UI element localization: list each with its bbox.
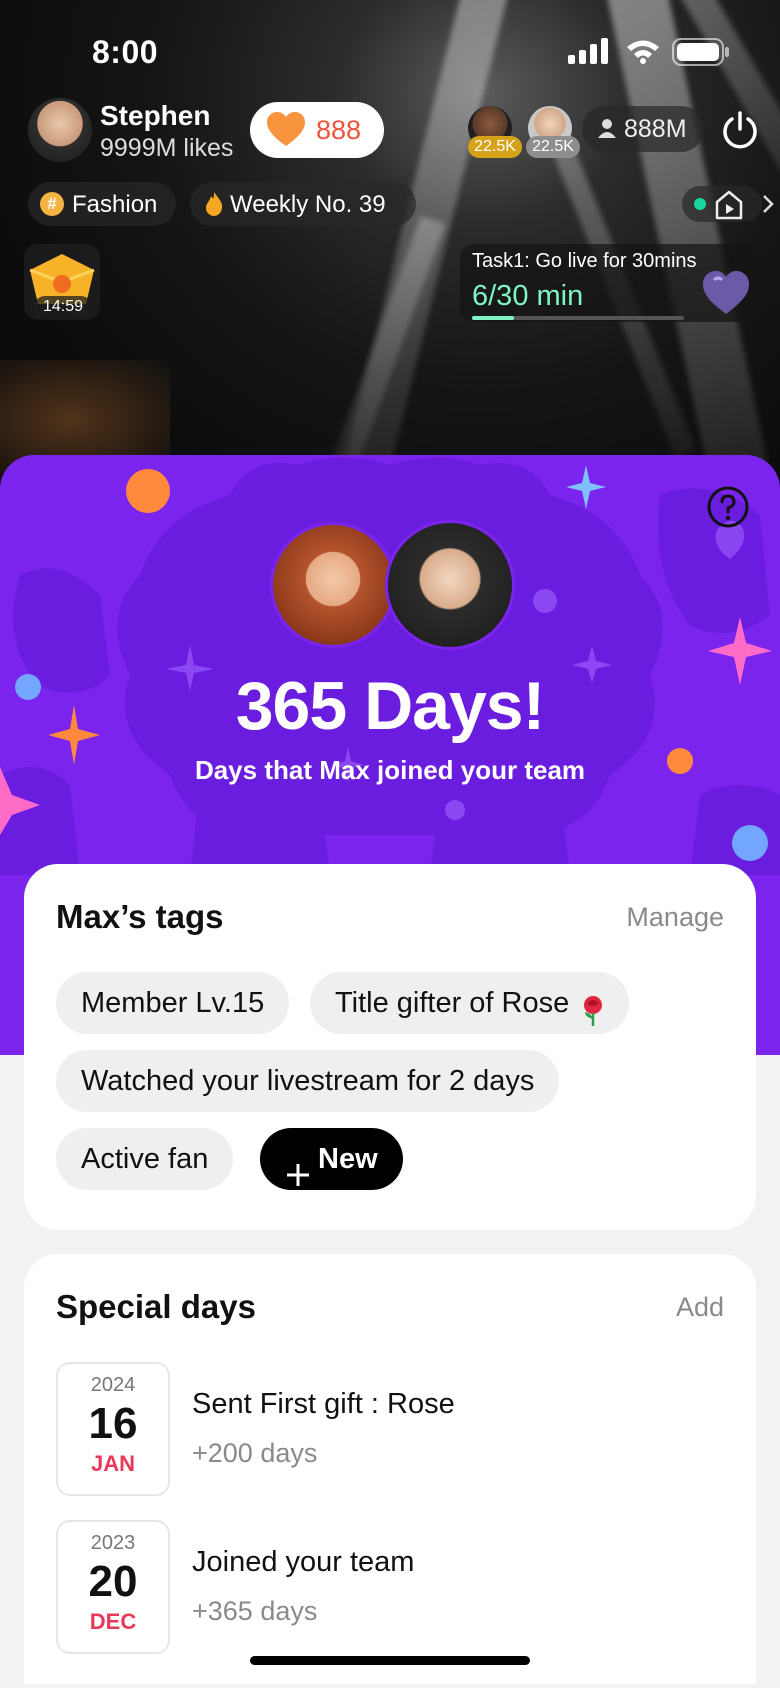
host-avatar[interactable] xyxy=(28,98,92,162)
date-year: 2024 xyxy=(90,1374,136,1396)
user-avatar-max xyxy=(270,522,396,648)
tags-card: Max’s tags Manage Member Lv.15 Title gif… xyxy=(24,864,756,1230)
category-label: Fashion xyxy=(72,191,158,218)
hashtag-icon: # xyxy=(40,192,64,216)
date-month: JAN xyxy=(90,1451,135,1476)
special-day-item[interactable]: 2023 20 DEC Joined your team +365 days xyxy=(56,1520,726,1654)
host-name: Stephen xyxy=(100,100,211,131)
viewer-badge-1: 22.5K xyxy=(468,136,522,158)
new-tag-label: New xyxy=(318,1143,378,1175)
status-time: 8:00 xyxy=(92,34,159,70)
date-box: 2024 16 JAN xyxy=(56,1362,170,1496)
viewer-count-button[interactable]: 888M xyxy=(582,106,704,152)
game-icon xyxy=(714,190,744,225)
add-special-day-button[interactable]: Add xyxy=(676,1292,724,1323)
heart-gem-icon xyxy=(700,268,752,323)
tag-label: Watched your livestream for 2 days xyxy=(81,1065,535,1097)
new-tag-button[interactable]: New xyxy=(260,1128,403,1190)
anniversary-subtitle: Days that Max joined your team xyxy=(194,755,586,785)
tag-member-level[interactable]: Member Lv.15 xyxy=(56,972,290,1034)
task-title: Task1: Go live for 30mins xyxy=(472,250,697,272)
tag-label: Member Lv.15 xyxy=(81,987,265,1019)
home-indicator[interactable] xyxy=(250,1656,530,1665)
tag-label: Active fan xyxy=(81,1143,209,1175)
special-day-subtitle: +365 days xyxy=(192,1596,318,1626)
host-avatar-large xyxy=(385,520,515,650)
task-progress-text: 6/30 min xyxy=(472,280,584,312)
battery-icon xyxy=(672,38,730,71)
task-progress-fill xyxy=(472,316,515,320)
special-day-title: Sent First gift : Rose xyxy=(192,1388,455,1420)
help-icon[interactable] xyxy=(706,485,750,534)
special-day-subtitle: +200 days xyxy=(192,1438,318,1468)
plus-icon xyxy=(286,1147,310,1209)
host-likes: 9999M likes xyxy=(100,134,234,162)
chevron-right-icon[interactable] xyxy=(762,194,774,219)
date-box: 2023 20 DEC xyxy=(56,1520,170,1654)
viewer-count: 888M xyxy=(624,115,687,143)
tag-label: Title gifter of Rose xyxy=(335,987,570,1019)
date-year: 2023 xyxy=(90,1532,136,1554)
viewer-badge-2: 22.5K xyxy=(526,136,580,158)
date-day: 16 xyxy=(88,1399,138,1448)
task-progress-track xyxy=(472,316,684,320)
hearts-count: 888 xyxy=(316,115,362,145)
anniversary-headline: 365 Days! xyxy=(235,668,546,744)
ranking-chip[interactable]: Weekly No. 39 xyxy=(190,182,416,226)
special-days-card: Special days Add 2024 16 JAN Sent First … xyxy=(24,1254,756,1684)
wifi-icon xyxy=(625,38,661,69)
special-day-item[interactable]: 2024 16 JAN Sent First gift : Rose +200 … xyxy=(56,1362,726,1496)
flame-icon xyxy=(204,191,224,222)
person-icon xyxy=(598,118,616,143)
special-day-title: Joined your team xyxy=(192,1546,415,1578)
gift-box-badge[interactable]: 14:59 xyxy=(24,244,100,320)
tag-watched[interactable]: Watched your livestream for 2 days xyxy=(56,1050,560,1112)
tag-title-gifter[interactable]: Title gifter of Rose xyxy=(310,972,630,1034)
live-indicator-chip[interactable] xyxy=(682,186,762,222)
date-day: 20 xyxy=(88,1557,138,1606)
signal-icon xyxy=(568,38,612,69)
heart-icon xyxy=(266,112,306,153)
manage-button[interactable]: Manage xyxy=(626,902,724,933)
timer-badge: 14:59 xyxy=(34,296,92,318)
ranking-label: Weekly No. 39 xyxy=(230,191,386,218)
category-chip[interactable]: # Fashion xyxy=(28,182,176,226)
power-icon[interactable] xyxy=(720,110,760,155)
rose-icon xyxy=(579,987,607,1049)
date-month: DEC xyxy=(89,1609,137,1634)
live-dot-icon xyxy=(694,198,706,210)
hearts-button[interactable]: 888 xyxy=(250,102,384,158)
tag-active-fan[interactable]: Active fan xyxy=(56,1128,234,1190)
special-days-title: Special days xyxy=(56,1288,256,1325)
task-widget[interactable]: Task1: Go live for 30mins 6/30 min xyxy=(460,244,756,322)
tags-card-title: Max’s tags xyxy=(56,898,224,935)
